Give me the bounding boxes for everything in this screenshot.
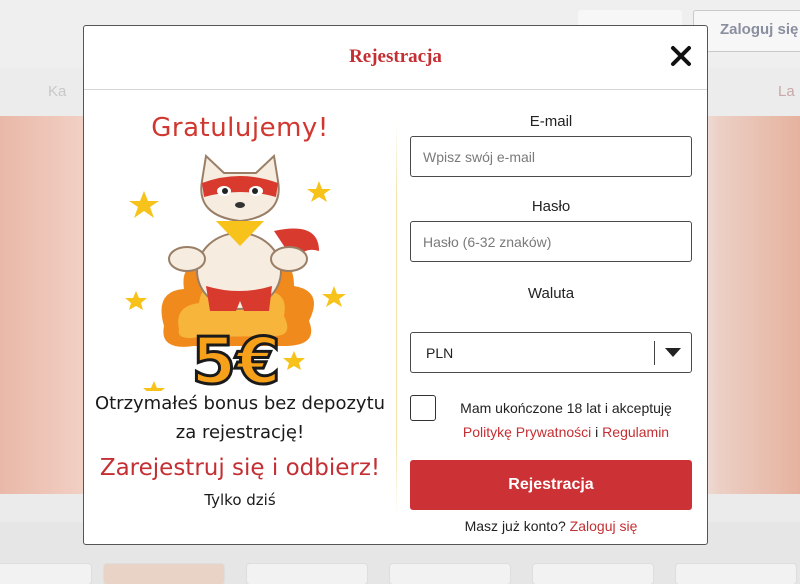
registration-form: E-mail Hasło Waluta PLN Mam ukończone 18… <box>410 91 692 544</box>
modal-header: Rejestracja <box>84 26 707 90</box>
background-nav-item: La <box>778 83 795 100</box>
background-tile <box>103 563 225 584</box>
login-prompt: Masz już konto? Zaloguj się <box>410 518 692 534</box>
registration-modal: Rejestracja Gratulujemy! 5€ Otrzymałeś b… <box>83 25 708 545</box>
background-tile <box>389 563 511 584</box>
currency-label: Waluta <box>527 285 575 302</box>
promo-note: Tylko dziś <box>204 491 276 509</box>
mascot-illustration: 5€ <box>125 153 346 391</box>
terms-link[interactable]: Regulamin <box>602 424 669 440</box>
login-link[interactable]: Zaloguj się <box>570 518 638 534</box>
password-input[interactable] <box>410 221 692 262</box>
promo-panel: Gratulujemy! 5€ Otrzymałeś bonus bez dep… <box>84 91 396 544</box>
email-label: E-mail <box>529 113 573 130</box>
promo-headline: Gratulujemy! <box>151 113 329 143</box>
background-game-tiles <box>0 555 800 584</box>
currency-value: PLN <box>426 345 454 361</box>
modal-title: Rejestracja <box>349 46 442 67</box>
close-icon <box>671 46 691 66</box>
chevron-down-icon <box>665 348 681 357</box>
background-nav-item: Ka <box>48 83 67 100</box>
privacy-policy-link[interactable]: Politykę Prywatności <box>463 424 591 440</box>
consent-text: Mam ukończone 18 lat i akceptuję Polityk… <box>446 396 686 444</box>
consent-label: Mam ukończone 18 lat i akceptuję <box>460 400 672 416</box>
have-account-text: Masz już konto? <box>464 518 566 534</box>
bonus-amount: 5€ <box>191 325 280 391</box>
select-separator <box>654 341 655 365</box>
background-tile <box>246 563 368 584</box>
background-tile <box>675 563 797 584</box>
age-consent-checkbox[interactable] <box>410 395 436 421</box>
promo-line1: Otrzymałeś bonus bez depozytu <box>94 393 386 414</box>
currency-select[interactable]: PLN <box>410 332 692 373</box>
consent-and: i <box>595 424 599 440</box>
password-label: Hasło <box>531 198 571 215</box>
column-divider <box>396 118 397 518</box>
close-button[interactable] <box>669 44 693 68</box>
background-tile <box>0 563 92 584</box>
background-login-button: Zaloguj się <box>693 10 800 52</box>
email-input[interactable] <box>410 136 692 177</box>
promo-line2: za rejestrację! <box>175 422 305 443</box>
background-tile <box>532 563 654 584</box>
register-button[interactable]: Rejestracja <box>410 460 692 510</box>
promo-cta: Zarejestruj się i odbierz! <box>99 455 381 481</box>
